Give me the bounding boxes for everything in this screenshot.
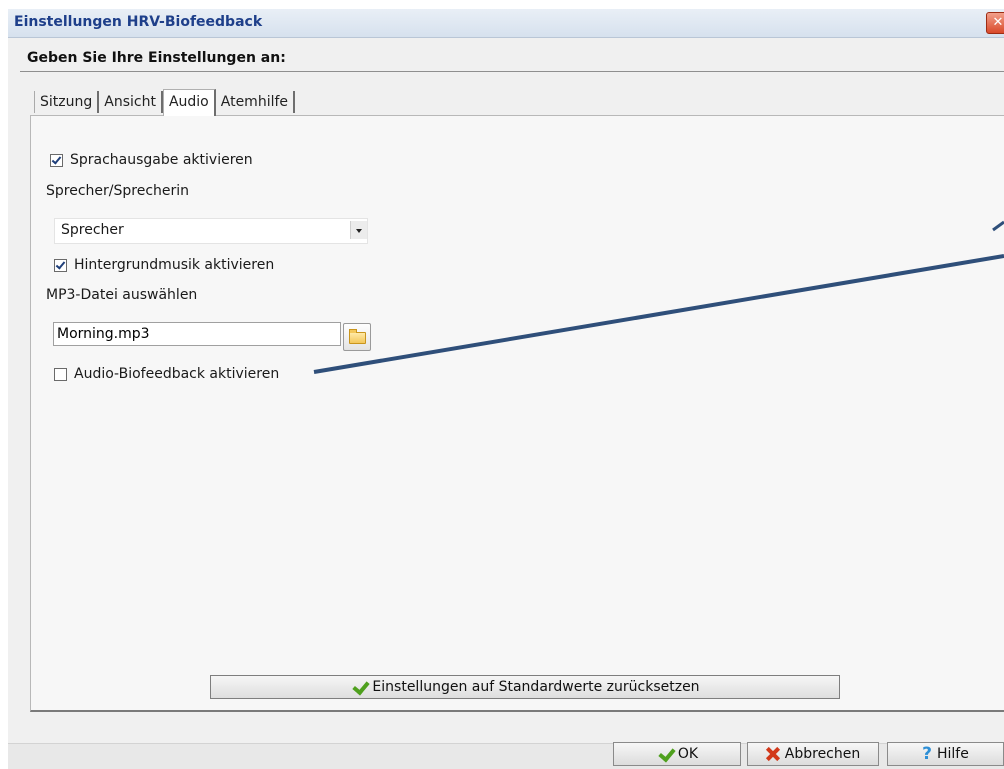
page-heading: Geben Sie Ihre Einstellungen an: [27,50,286,66]
title-bar[interactable]: Einstellungen HRV-Biofeedback ✕ [8,9,1004,38]
speech-output-label: Sprachausgabe aktivieren [70,152,253,168]
help-button[interactable]: ? Hilfe [887,742,1004,766]
audio-biofeedback-checkbox[interactable] [54,367,67,381]
speaker-label: Sprecher/Sprecherin [46,183,190,199]
background-music-row[interactable]: Hintergrundmusik aktivieren [54,257,274,273]
settings-dialog: Einstellungen HRV-Biofeedback ✕ Geben Si… [8,9,1004,769]
mp3-file-label: MP3-Datei auswählen [46,287,198,303]
audio-biofeedback-row[interactable]: Audio-Biofeedback aktivieren [54,366,279,382]
speaker-select[interactable]: Sprecher [54,218,368,244]
checkmark-icon [350,679,368,695]
window-title: Einstellungen HRV-Biofeedback [14,14,263,30]
heading-divider [20,71,1004,72]
mp3-file-input[interactable] [53,322,341,346]
browse-file-button[interactable] [343,323,371,351]
reset-defaults-button[interactable]: Einstellungen auf Standardwerte zurückse… [210,675,840,699]
close-icon: ✕ [992,15,1004,30]
audio-tab-panel [30,115,1004,712]
background-music-label: Hintergrundmusik aktivieren [74,257,275,273]
help-label: Hilfe [937,746,969,762]
close-button[interactable]: ✕ [986,12,1004,34]
audio-biofeedback-label: Audio-Biofeedback aktivieren [74,366,280,382]
tab-ansicht[interactable]: Ansicht [99,91,163,113]
chevron-down-icon[interactable] [350,221,367,239]
tab-bar: Sitzung Ansicht Audio Atemhilfe [34,89,296,116]
checkmark-icon [656,746,674,762]
ok-label: OK [677,746,699,762]
reset-defaults-label: Einstellungen auf Standardwerte zurückse… [372,679,700,695]
speaker-select-value: Sprecher [61,222,124,238]
cancel-button[interactable]: Abbrechen [747,742,879,766]
background-music-checkbox[interactable] [54,258,67,272]
speech-output-checkbox[interactable] [50,153,63,167]
tab-atemhilfe[interactable]: Atemhilfe [216,91,296,113]
folder-icon [349,329,366,344]
ok-button[interactable]: OK [613,742,741,766]
help-question-icon: ? [922,744,932,764]
tab-audio[interactable]: Audio [162,89,216,116]
speech-output-row[interactable]: Sprachausgabe aktivieren [50,152,253,168]
cancel-label: Abbrechen [784,746,861,762]
tab-sitzung[interactable]: Sitzung [34,91,100,113]
